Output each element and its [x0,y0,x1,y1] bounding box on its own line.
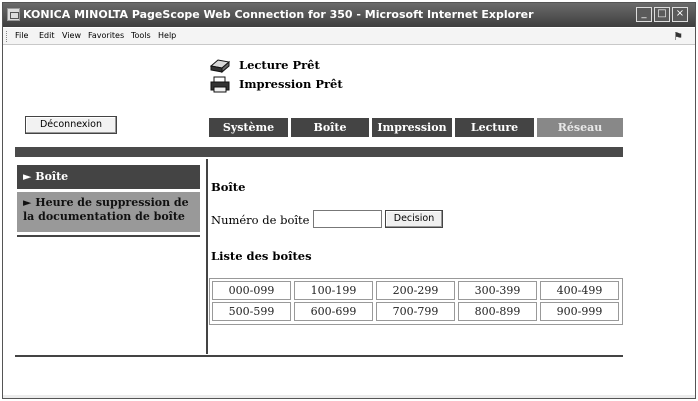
ie-window-icon[interactable] [7,8,20,21]
box-range-400-499[interactable]: 400-499 [540,281,619,300]
box-range-900-999[interactable]: 900-999 [540,302,619,321]
printer-icon [210,76,230,93]
box-range-700-799[interactable]: 700-799 [376,302,455,321]
header-divider [15,147,623,157]
box-list-title: Liste des boîtes [211,249,312,263]
box-range-800-899[interactable]: 800-899 [458,302,537,321]
box-range-100-199[interactable]: 100-199 [294,281,373,300]
box-range-300-399[interactable]: 300-399 [458,281,537,300]
box-range-000-099[interactable]: 000-099 [212,281,291,300]
box-range-600-699[interactable]: 600-699 [294,302,373,321]
minimize-button[interactable]: _ [636,7,652,22]
menu-bar: File Edit View Favorites Tools Help ⚑ [3,28,695,45]
logout-button[interactable]: Déconnexion [25,116,117,134]
window-title: KONICA MINOLTA PageScope Web Connection … [23,8,534,21]
scan-status-text: Lecture Prêt [239,58,320,72]
close-button[interactable]: × [672,7,688,22]
sidebar-item-boite[interactable]: ► Boîte [17,165,200,189]
tab-impression[interactable]: Impression [372,118,452,137]
print-status-text: Impression Prêt [239,77,343,91]
menu-file[interactable]: File [15,31,28,40]
box-range-200-299[interactable]: 200-299 [376,281,455,300]
browser-window: KONICA MINOLTA PageScope Web Connection … [2,2,696,399]
windows-logo-icon: ⚑ [673,30,683,43]
tab-reseau: Réseau [537,118,623,137]
scanner-icon [209,59,231,74]
sidebar-divider [17,235,200,237]
tab-boite[interactable]: Boîte [291,118,369,137]
page-title: Boîte [211,180,246,194]
browser-status-bar [3,395,695,398]
decision-button[interactable]: Decision [385,210,443,228]
box-number-input[interactable] [313,210,382,228]
sidebar-item-box-document-deletion-time[interactable]: ► Heure de suppression de la documentati… [17,192,200,232]
menu-edit[interactable]: Edit [39,31,55,40]
box-range-500-599[interactable]: 500-599 [212,302,291,321]
tab-lecture[interactable]: Lecture [455,118,534,137]
footer-divider [15,355,623,357]
menu-tools[interactable]: Tools [131,31,151,40]
box-range-table: 000-099 100-199 200-299 300-399 400-499 … [209,278,623,325]
menu-grip-handle[interactable] [6,31,8,42]
maximize-button[interactable]: □ [654,7,670,22]
title-bar[interactable]: KONICA MINOLTA PageScope Web Connection … [3,3,695,27]
menu-favorites[interactable]: Favorites [88,31,124,40]
tab-systeme[interactable]: Système [209,118,288,137]
vertical-divider [206,159,208,354]
menu-help[interactable]: Help [158,31,176,40]
menu-view[interactable]: View [62,31,81,40]
box-number-label: Numéro de boîte [211,213,310,227]
